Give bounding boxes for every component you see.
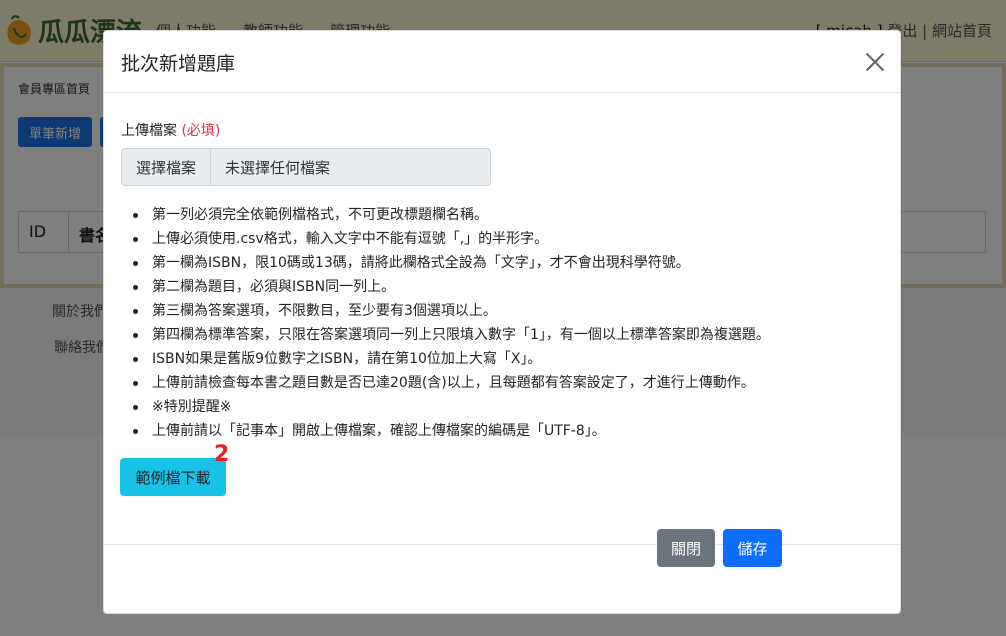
required-marker: (必填)	[181, 123, 221, 139]
instruction-item: 第一欄為ISBN，限10碼或13碼，請將此欄格式全設為「文字」，才不會出現科學符…	[133, 251, 893, 275]
annotation-marker: 2	[214, 442, 230, 467]
instruction-item: ISBN如果是舊版9位數字之ISBN，請在第10位加上大寫「X」。	[133, 347, 893, 371]
instruction-item: 上傳必須使用.csv格式，輸入文字中不能有逗號「,」的半形字。	[133, 227, 893, 251]
upload-field-label: 上傳檔案 (必填)	[121, 120, 220, 140]
sample-download-button[interactable]: 範例檔下載	[120, 458, 226, 496]
instruction-item: 上傳前請以「記事本」開啟上傳檔案，確認上傳檔案的編碼是「UTF-8」。	[133, 419, 893, 443]
instruction-item: 上傳前請檢查每本書之題目數是否已達20題(含)以上，且每題都有答案設定了，才進行…	[133, 371, 893, 395]
batch-import-modal: 批次新增題庫 上傳檔案 (必填) 選擇檔案 未選擇任何檔案 第一列必須完全依範例…	[103, 30, 901, 614]
modal-title: 批次新增題庫	[121, 53, 236, 75]
file-status-text: 未選擇任何檔案	[225, 158, 331, 177]
file-upload-input[interactable]: 選擇檔案 未選擇任何檔案	[121, 148, 491, 186]
instruction-item: 第三欄為答案選項，不限數目，至少要有3個選項以上。	[133, 299, 893, 323]
close-button[interactable]: 關閉	[657, 529, 715, 567]
modal-header: 批次新增題庫	[104, 31, 900, 93]
upload-instructions: 第一列必須完全依範例檔格式，不可更改標題欄名稱。 上傳必須使用.csv格式，輸入…	[133, 203, 893, 443]
save-button[interactable]: 儲存	[723, 529, 782, 567]
close-icon[interactable]	[864, 51, 886, 73]
upload-label-text: 上傳檔案	[121, 123, 177, 139]
instruction-item: 第四欄為標準答案，只限在答案選項同一列上只限填入數字「1」，有一個以上標準答案即…	[133, 323, 893, 347]
instruction-item: ※特別提醒※	[133, 395, 893, 419]
instruction-item: 第一列必須完全依範例檔格式，不可更改標題欄名稱。	[133, 203, 893, 227]
instruction-item: 第二欄為題目，必須與ISBN同一列上。	[133, 275, 893, 299]
choose-file-button[interactable]: 選擇檔案	[122, 149, 211, 185]
